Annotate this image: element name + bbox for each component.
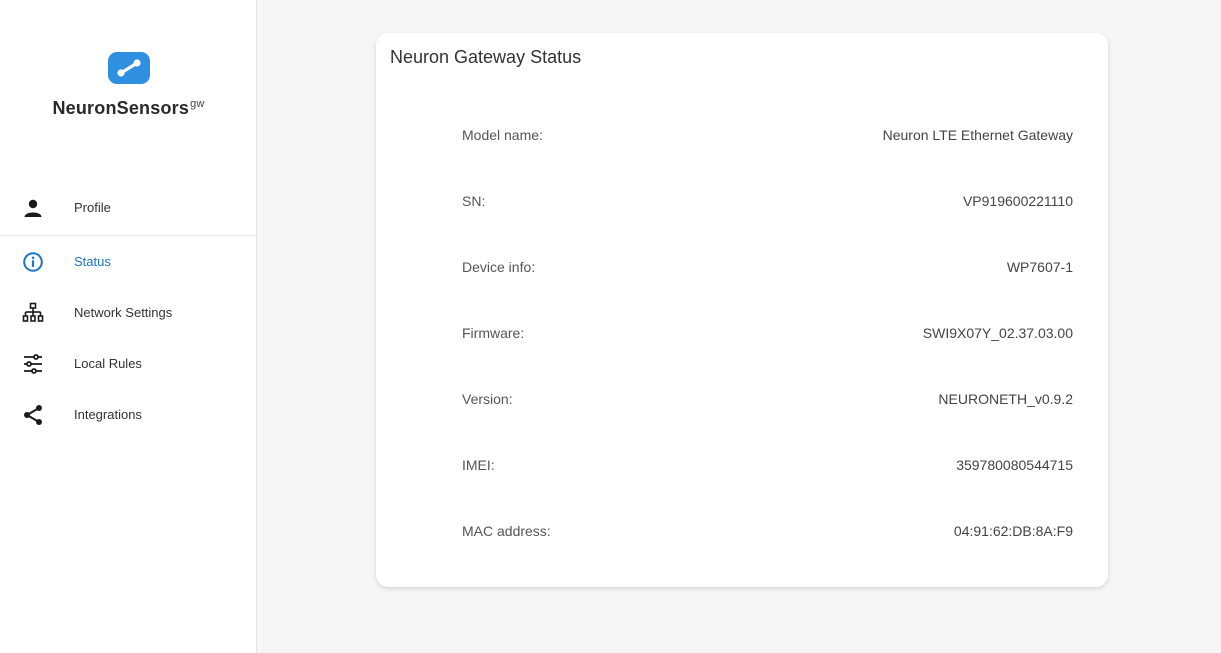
row-label: SN: bbox=[462, 193, 486, 209]
person-icon bbox=[22, 197, 44, 219]
brand-name-text: NeuronSensors bbox=[52, 98, 190, 118]
card-title: Neuron Gateway Status bbox=[390, 47, 582, 67]
sidebar-item-label: Local Rules bbox=[74, 356, 142, 371]
row-value: SWI9X07Y_02.37.03.00 bbox=[922, 325, 1073, 341]
sidebar-item-profile[interactable]: Profile bbox=[0, 180, 257, 236]
sliders-icon bbox=[22, 353, 44, 375]
row-value: WP7607-1 bbox=[1006, 259, 1073, 275]
status-card: Neuron Gateway Status Model name: Neuron… bbox=[376, 33, 1108, 587]
info-row-firmware: Firmware: SWI9X07Y_02.37.03.00 bbox=[462, 325, 1073, 345]
brand-suffix: gw bbox=[190, 98, 205, 110]
sidebar-item-local-rules[interactable]: Local Rules bbox=[0, 338, 257, 389]
brand: NeuronSensorsgw bbox=[0, 52, 257, 119]
info-row-model-name: Model name: Neuron LTE Ethernet Gateway bbox=[462, 127, 1073, 147]
row-value: NEURONETH_v0.9.2 bbox=[938, 391, 1073, 407]
sidebar: NeuronSensorsgw Profile Status Network S… bbox=[0, 0, 257, 653]
row-label: Firmware: bbox=[462, 325, 525, 341]
logo-icon bbox=[107, 52, 150, 84]
row-label: IMEI: bbox=[462, 457, 495, 473]
row-label: MAC address: bbox=[462, 523, 551, 539]
row-label: Version: bbox=[462, 391, 513, 407]
sidebar-item-label: Status bbox=[74, 254, 111, 269]
sidebar-item-integrations[interactable]: Integrations bbox=[0, 389, 257, 440]
info-row-sn: SN: VP919600221110 bbox=[462, 193, 1073, 213]
row-value: Neuron LTE Ethernet Gateway bbox=[882, 127, 1073, 143]
sidebar-item-label: Integrations bbox=[74, 407, 142, 422]
sidebar-item-label: Network Settings bbox=[74, 305, 173, 320]
info-row-mac-address: MAC address: 04:91:62:DB:8A:F9 bbox=[462, 523, 1073, 543]
brand-name: NeuronSensorsgw bbox=[0, 98, 257, 119]
row-value: 04:91:62:DB:8A:F9 bbox=[953, 523, 1073, 539]
info-row-device-info: Device info: WP7607-1 bbox=[462, 259, 1073, 279]
row-label: Model name: bbox=[462, 127, 543, 143]
info-row-version: Version: NEURONETH_v0.9.2 bbox=[462, 391, 1073, 411]
row-value: 359780080544715 bbox=[956, 457, 1073, 473]
share-icon bbox=[22, 404, 44, 426]
sidebar-item-label: Profile bbox=[74, 200, 111, 215]
sidebar-item-network-settings[interactable]: Network Settings bbox=[0, 287, 257, 338]
sidebar-item-status[interactable]: Status bbox=[0, 236, 257, 287]
sidebar-nav: Profile Status Network Settings Local Ru… bbox=[0, 180, 257, 440]
info-icon bbox=[22, 251, 44, 273]
row-value: VP919600221110 bbox=[962, 193, 1073, 209]
info-row-imei: IMEI: 359780080544715 bbox=[462, 457, 1073, 477]
row-label: Device info: bbox=[462, 259, 536, 275]
network-icon bbox=[22, 302, 44, 324]
